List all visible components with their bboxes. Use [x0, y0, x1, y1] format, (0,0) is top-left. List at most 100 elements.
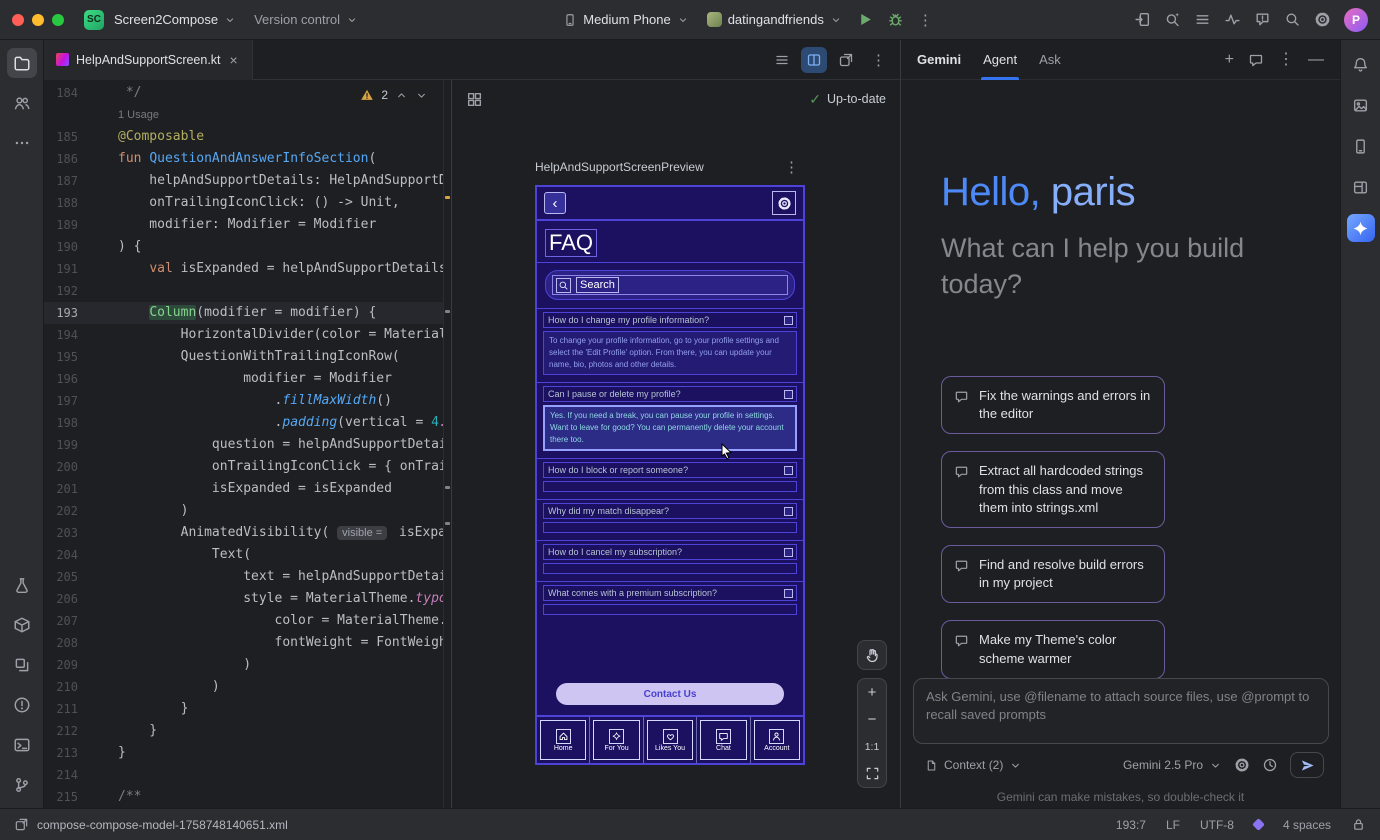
- code-line[interactable]: 201 isExpanded = isExpanded: [44, 478, 443, 500]
- code-line[interactable]: 204 Text(: [44, 544, 443, 566]
- split-view-button[interactable]: [801, 47, 827, 73]
- line-number[interactable]: 196: [44, 368, 78, 390]
- run-configuration-selector[interactable]: datingandfriends: [699, 7, 850, 32]
- line-number[interactable]: 208: [44, 632, 78, 654]
- close-window-button[interactable]: [12, 14, 24, 26]
- editor-scrollbar[interactable]: [443, 80, 452, 808]
- line-number[interactable]: 202: [44, 500, 78, 522]
- gutter-fold-area[interactable]: [78, 434, 118, 456]
- line-number[interactable]: 204: [44, 544, 78, 566]
- line-number[interactable]: 192: [44, 280, 78, 302]
- terminal-button[interactable]: [7, 730, 37, 760]
- code-line[interactable]: 1 Usage: [44, 104, 443, 126]
- gutter-fold-area[interactable]: [78, 610, 118, 632]
- gutter-fold-area[interactable]: [78, 412, 118, 434]
- zoom-out-button[interactable]: −: [858, 706, 886, 733]
- gemini-input[interactable]: [913, 678, 1329, 744]
- code-line[interactable]: 199 question = helpAndSupportDetai: [44, 434, 443, 456]
- line-separator-widget[interactable]: LF: [1166, 818, 1180, 832]
- model-selector[interactable]: Gemini 2.5 Pro: [1123, 758, 1222, 772]
- line-number[interactable]: 209: [44, 654, 78, 676]
- gutter-fold-area[interactable]: [78, 500, 118, 522]
- code-line[interactable]: 214: [44, 764, 443, 786]
- line-number[interactable]: 200: [44, 456, 78, 478]
- gemini-settings-icon[interactable]: [1234, 757, 1250, 773]
- gutter-fold-area[interactable]: [78, 346, 118, 368]
- line-number[interactable]: 206: [44, 588, 78, 610]
- line-number[interactable]: [44, 104, 78, 126]
- gutter-fold-area[interactable]: [78, 632, 118, 654]
- code-line[interactable]: 206 style = MaterialTheme.typo: [44, 588, 443, 610]
- encoding-widget[interactable]: UTF-8: [1200, 818, 1234, 832]
- line-number[interactable]: 193: [44, 302, 78, 324]
- suggestion-card[interactable]: Extract all hardcoded strings from this …: [941, 451, 1165, 528]
- phone-preview[interactable]: ‹ FAQ Search How do I change my: [535, 185, 805, 765]
- line-number[interactable]: 186: [44, 148, 78, 170]
- code-line[interactable]: 208 fontWeight = FontWeigh: [44, 632, 443, 654]
- line-number[interactable]: 198: [44, 412, 78, 434]
- lock-widget[interactable]: [1351, 817, 1366, 832]
- zoom-level-button[interactable]: 1:1: [858, 733, 886, 760]
- suggestion-card[interactable]: Fix the warnings and errors in the edito…: [941, 376, 1165, 434]
- gutter-fold-area[interactable]: [78, 302, 118, 324]
- logcat-button[interactable]: [1188, 6, 1216, 34]
- line-number[interactable]: 189: [44, 214, 78, 236]
- gutter-fold-area[interactable]: [78, 82, 118, 104]
- gutter-fold-area[interactable]: [78, 456, 118, 478]
- gutter-fold-area[interactable]: [78, 258, 118, 280]
- gem-icon[interactable]: [1252, 818, 1265, 831]
- line-number[interactable]: 187: [44, 170, 78, 192]
- code-line[interactable]: 185@Composable: [44, 126, 443, 148]
- gutter-fold-area[interactable]: [78, 654, 118, 676]
- profile-avatar[interactable]: P: [1344, 8, 1368, 32]
- run-button[interactable]: [852, 6, 880, 34]
- chat-history-icon[interactable]: [1248, 52, 1264, 68]
- gutter-fold-area[interactable]: [78, 522, 118, 544]
- gutter-fold-area[interactable]: [78, 764, 118, 786]
- line-number[interactable]: 195: [44, 346, 78, 368]
- code-view-button[interactable]: [769, 47, 795, 73]
- packages-button[interactable]: [7, 610, 37, 640]
- line-number[interactable]: 215: [44, 786, 78, 808]
- gemini-tool-button[interactable]: [1347, 214, 1375, 242]
- design-view-button[interactable]: [833, 47, 859, 73]
- code-with-me-button[interactable]: [7, 88, 37, 118]
- inspection-widget[interactable]: 2: [353, 85, 435, 105]
- code-line[interactable]: 196 modifier = Modifier: [44, 368, 443, 390]
- code-line[interactable]: 203 AnimatedVisibility( visible = isExpa…: [44, 522, 443, 544]
- app-insights-button[interactable]: [1248, 6, 1276, 34]
- device-mirroring-button[interactable]: [1128, 6, 1156, 34]
- code-line[interactable]: 215/**: [44, 786, 443, 808]
- code-line[interactable]: 197 .fillMaxWidth(): [44, 390, 443, 412]
- line-number[interactable]: 194: [44, 324, 78, 346]
- line-number[interactable]: 191: [44, 258, 78, 280]
- ai-search-button[interactable]: [1158, 6, 1186, 34]
- code-line[interactable]: 207 color = MaterialTheme.: [44, 610, 443, 632]
- line-number[interactable]: 213: [44, 742, 78, 764]
- gutter-fold-area[interactable]: [78, 324, 118, 346]
- gutter-fold-area[interactable]: [78, 214, 118, 236]
- device-selector[interactable]: Medium Phone: [555, 7, 696, 32]
- indent-widget[interactable]: 4 spaces: [1283, 818, 1331, 832]
- code-line[interactable]: 191 val isExpanded = helpAndSupportDetai…: [44, 258, 443, 280]
- line-number[interactable]: 211: [44, 698, 78, 720]
- code-line[interactable]: 202 ): [44, 500, 443, 522]
- code-line[interactable]: 192: [44, 280, 443, 302]
- search-everywhere-button[interactable]: [1278, 6, 1306, 34]
- code-line[interactable]: 210 ): [44, 676, 443, 698]
- code-line[interactable]: 200 onTrailingIconClick = { onTrai: [44, 456, 443, 478]
- context-selector[interactable]: Context (2): [925, 758, 1022, 772]
- problems-button[interactable]: [7, 690, 37, 720]
- preview-options-button[interactable]: ⋮: [778, 158, 805, 176]
- caret-position-widget[interactable]: 193:7: [1116, 818, 1146, 832]
- gutter-fold-area[interactable]: [78, 566, 118, 588]
- code-line[interactable]: 187 helpAndSupportDetails: HelpAndSuppor…: [44, 170, 443, 192]
- line-number[interactable]: 188: [44, 192, 78, 214]
- vcs-selector[interactable]: Version control: [246, 7, 366, 32]
- gutter-fold-area[interactable]: [78, 698, 118, 720]
- hide-panel-button[interactable]: —: [1308, 52, 1324, 68]
- gutter-fold-area[interactable]: [78, 478, 118, 500]
- line-number[interactable]: 210: [44, 676, 78, 698]
- line-number[interactable]: 207: [44, 610, 78, 632]
- code-line[interactable]: 193 Column(modifier = modifier) {: [44, 302, 443, 324]
